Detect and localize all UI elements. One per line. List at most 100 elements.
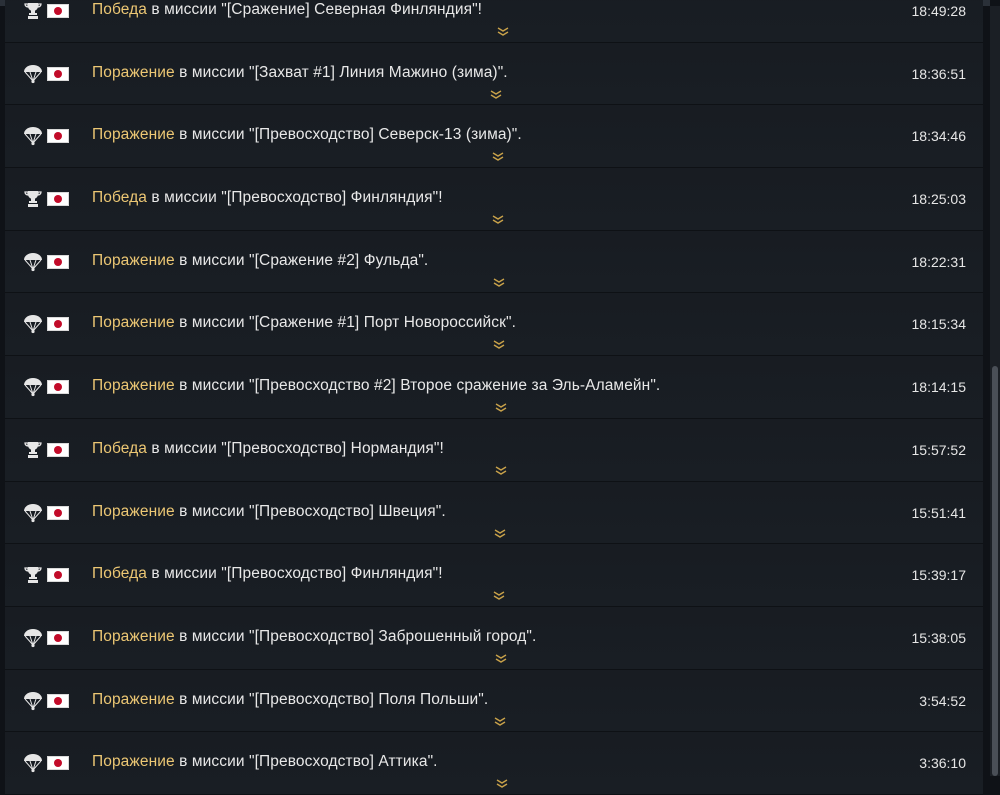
entry-icons [23, 503, 69, 523]
log-entry-row[interactable]: Поражение в миссии "[Сражение #1] Порт Н… [5, 293, 983, 357]
entry-result: Поражение [92, 502, 175, 520]
log-entry-row[interactable]: Победа в миссии "[Превосходство] Финлянд… [5, 544, 983, 607]
entry-result: Победа [92, 1, 148, 18]
entry-timestamp: 18:25:03 [911, 191, 967, 208]
entry-mission-text: в миссии "[Превосходство #2] Второе сраж… [174, 377, 661, 395]
trophy-icon [23, 440, 43, 460]
entry-result: Поражение [92, 753, 175, 771]
entry-mission-text: в миссии "[Сражение #1] Порт Новороссийс… [174, 314, 516, 332]
japan-flag-icon [47, 192, 69, 207]
parachute-icon [23, 753, 43, 773]
entry-mission-text: в миссии "[Превосходство] Аттика". [174, 753, 438, 771]
entry-message: Поражение в миссии "[Превосходство #2] В… [92, 377, 660, 395]
entry-timestamp: 18:49:28 [911, 3, 967, 19]
entry-mission-text: в миссии "[Захват #1] Линия Мажино (зима… [174, 63, 508, 81]
japan-flag-icon [47, 442, 69, 457]
japan-flag-icon [47, 317, 69, 332]
parachute-icon [23, 252, 43, 272]
entry-mission-text: в миссии "[Превосходство] Финляндия"! [147, 565, 443, 583]
expand-chevron-icon[interactable] [492, 337, 506, 350]
entry-mission-text: в миссии "[Сражение] Северная Финляндия"… [147, 1, 483, 18]
entry-timestamp: 18:15:34 [911, 316, 967, 333]
entry-timestamp: 18:14:15 [911, 379, 967, 396]
scrollbar[interactable] [990, 6, 1000, 776]
log-entry-row[interactable]: Поражение в миссии "[Сражение #2] Фульда… [5, 230, 983, 294]
entry-timestamp: 3:54:52 [919, 692, 966, 709]
entry-mission-text: в миссии "[Превосходство] Поля Польши". [174, 690, 489, 708]
entry-icons [23, 753, 69, 773]
expand-chevron-icon[interactable] [494, 400, 508, 412]
scrollbar-thumb[interactable] [992, 366, 998, 776]
entry-mission-text: в миссии "[Превосходство] Нормандия"! [147, 439, 444, 457]
entry-timestamp: 3:36:10 [919, 755, 966, 772]
entry-timestamp: 15:39:17 [911, 567, 967, 584]
expand-chevron-icon[interactable] [493, 526, 507, 538]
expand-chevron-icon[interactable] [491, 212, 505, 224]
entry-result: Победа [92, 189, 148, 207]
log-entry-row[interactable]: Поражение в миссии "[Превосходство] Швец… [5, 481, 983, 545]
entry-message: Поражение в миссии "[Сражение #2] Фульда… [92, 252, 428, 270]
japan-flag-icon [47, 380, 69, 395]
trophy-icon [23, 565, 43, 585]
expand-chevron-icon[interactable] [494, 651, 508, 663]
log-entry-row[interactable]: Поражение в миссии "[Превосходство] Севе… [5, 105, 983, 169]
entry-result: Поражение [92, 251, 175, 269]
parachute-icon [23, 628, 43, 648]
entry-mission-text: в миссии "[Превосходство] Заброшенный го… [174, 627, 537, 645]
entry-icons [23, 252, 69, 272]
entry-result: Поражение [92, 690, 175, 708]
expand-chevron-icon[interactable] [496, 24, 510, 36]
entry-icons [23, 628, 69, 648]
expand-chevron-icon[interactable] [492, 275, 506, 287]
log-entry-row[interactable]: Поражение в миссии "[Превосходство #2] В… [5, 356, 983, 419]
expand-chevron-icon[interactable] [495, 776, 509, 789]
japan-flag-icon [47, 505, 69, 520]
entry-result: Победа [92, 565, 148, 583]
entry-result: Поражение [92, 126, 175, 144]
log-entry-row[interactable]: Победа в миссии "[Превосходство] Норманд… [5, 418, 983, 482]
expand-chevron-icon[interactable] [494, 463, 508, 475]
trophy-icon [23, 189, 43, 209]
japan-flag-icon [47, 630, 69, 645]
expand-chevron-icon[interactable] [489, 87, 503, 99]
log-entry-row[interactable]: Поражение в миссии "[Превосходство] Поля… [5, 669, 983, 733]
entry-mission-text: в миссии "[Превосходство] Швеция". [174, 502, 446, 520]
expand-chevron-icon[interactable] [492, 588, 506, 601]
japan-flag-icon [47, 4, 69, 18]
entry-timestamp: 18:36:51 [911, 65, 967, 82]
japan-flag-icon [47, 568, 69, 583]
entry-timestamp: 15:51:41 [911, 504, 967, 521]
log-entry-row[interactable]: Победа в миссии "[Превосходство] Финлянд… [5, 168, 983, 231]
japan-flag-icon [47, 693, 69, 708]
entry-mission-text: в миссии "[Превосходство] Северск-13 (зи… [174, 126, 522, 144]
entry-message: Победа в миссии "[Превосходство] Финлянд… [92, 189, 443, 207]
parachute-icon [23, 314, 43, 334]
entry-timestamp: 15:57:52 [911, 441, 967, 458]
log-entry-row[interactable]: Поражение в миссии "[Превосходство] Забр… [5, 606, 983, 670]
parachute-icon [23, 377, 43, 397]
expand-chevron-icon[interactable] [491, 149, 505, 162]
japan-flag-icon [47, 254, 69, 269]
entry-message: Поражение в миссии "[Сражение #1] Порт Н… [92, 314, 516, 332]
parachute-icon [23, 64, 43, 84]
entry-message: Победа в миссии "[Сражение] Северная Фин… [92, 1, 482, 19]
log-entry-row[interactable]: Победа в миссии "[Сражение] Северная Фин… [5, 0, 983, 43]
entry-icons [23, 691, 69, 711]
trophy-icon [23, 1, 43, 21]
entry-icons [23, 314, 69, 334]
expand-chevron-icon[interactable] [493, 714, 507, 726]
log-entry-row[interactable]: Поражение в миссии "[Превосходство] Атти… [5, 732, 983, 795]
parachute-icon [23, 126, 43, 146]
entry-result: Поражение [92, 377, 175, 395]
entry-timestamp: 15:38:05 [911, 629, 967, 646]
entry-message: Победа в миссии "[Превосходство] Финлянд… [92, 565, 443, 583]
entry-timestamp: 18:34:46 [911, 128, 967, 145]
entry-message: Поражение в миссии "[Превосходство] Атти… [92, 753, 438, 771]
parachute-icon [23, 503, 43, 523]
entry-message: Поражение в миссии "[Захват #1] Линия Ма… [92, 64, 508, 82]
log-entry-row[interactable]: Поражение в миссии "[Захват #1] Линия Ма… [5, 42, 983, 106]
entry-message: Победа в миссии "[Превосходство] Норманд… [92, 440, 444, 458]
entry-result: Победа [92, 439, 148, 457]
entry-icons [23, 64, 69, 84]
entry-message: Поражение в миссии "[Превосходство] Поля… [92, 691, 488, 709]
